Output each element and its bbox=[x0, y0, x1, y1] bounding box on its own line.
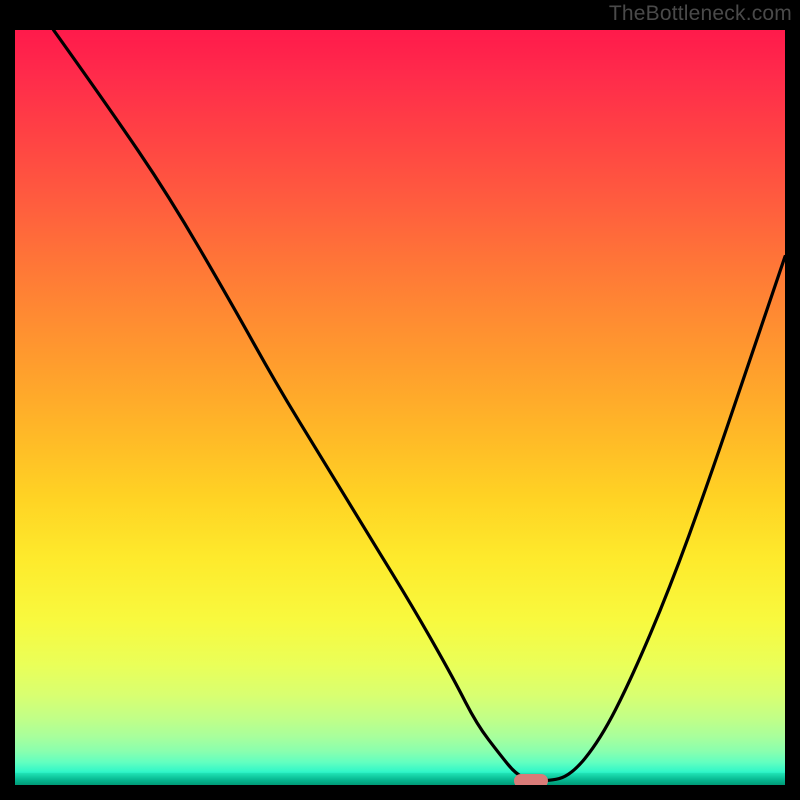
plot-area bbox=[15, 30, 785, 785]
optimal-point-marker bbox=[514, 774, 548, 785]
chart-frame: TheBottleneck.com bbox=[0, 0, 800, 800]
watermark-text: TheBottleneck.com bbox=[609, 2, 792, 26]
bottleneck-curve bbox=[54, 30, 786, 781]
curve-svg bbox=[15, 30, 785, 785]
